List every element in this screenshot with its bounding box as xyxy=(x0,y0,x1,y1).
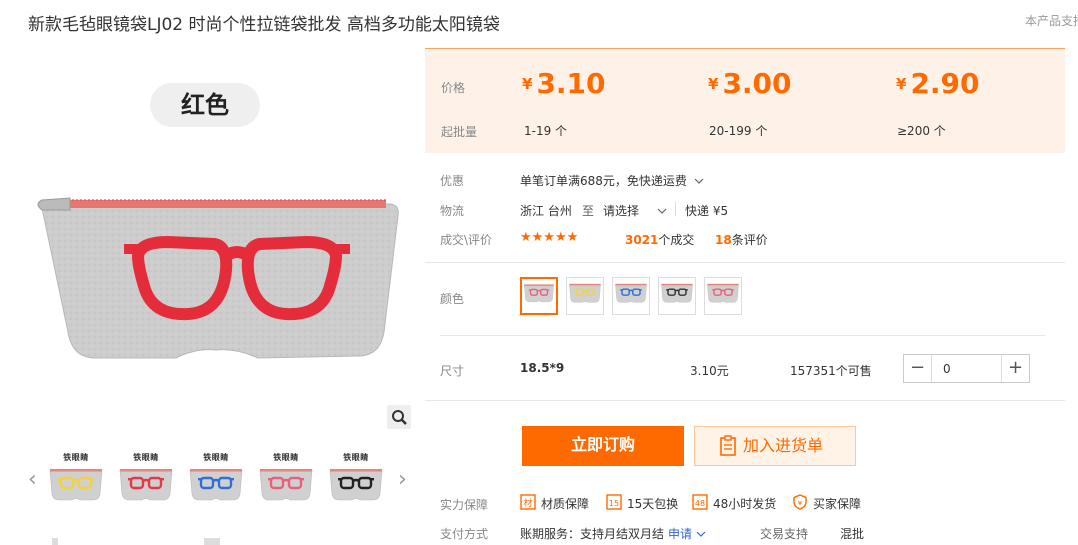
currency-symbol: ¥ xyxy=(896,75,907,93)
guarantee-item[interactable]: 48小时发货 xyxy=(713,495,776,512)
thumbnail-brand: 铁眼睛 xyxy=(133,453,159,462)
payment-label: 支付方式 xyxy=(440,527,489,541)
color-swatch-3[interactable] xyxy=(612,277,650,315)
cut-off-element xyxy=(204,538,220,545)
divider xyxy=(425,400,1065,401)
guarantee-item[interactable]: 15天包换 xyxy=(627,495,678,512)
clipboard-icon xyxy=(720,435,736,456)
tier-price-2: ¥3.00 xyxy=(708,67,792,100)
swatch-image xyxy=(615,283,647,303)
divider xyxy=(675,202,676,216)
tier-price-1: ¥3.10 xyxy=(522,67,606,100)
color-swatch-1[interactable] xyxy=(520,277,558,315)
trade-support-label: 交易支持 xyxy=(760,527,809,541)
guarantee-item[interactable]: 买家保障 xyxy=(813,495,861,512)
quantity-stepper[interactable]: − + xyxy=(903,354,1030,383)
deals-count[interactable]: 3021个成交 xyxy=(625,231,694,248)
zoom-button[interactable] xyxy=(387,405,411,429)
exchange-icon: 15 xyxy=(606,494,622,510)
trade-support-value: 混批 xyxy=(840,527,865,541)
add-to-cart-label: 加入进货单 xyxy=(743,436,824,455)
material-guarantee-icon: 材 xyxy=(520,494,536,510)
price-panel: 价格 起批量 ¥3.10 ¥3.00 ¥2.90 1-19 个 20-199 个… xyxy=(425,48,1065,153)
color-label-badge: 红色 xyxy=(150,83,260,127)
swatch-image xyxy=(524,284,554,303)
size-label: 尺寸 xyxy=(440,364,465,378)
shipping-origin: 浙江 台州 xyxy=(520,204,572,218)
thumbnail-next-arrow[interactable]: › xyxy=(398,469,412,491)
express-fee: 快递 ¥5 xyxy=(685,204,729,218)
moq-label: 起批量 xyxy=(441,125,478,139)
quantity-input[interactable] xyxy=(933,355,1001,382)
product-title: 新款毛毡眼镜袋LJ02 时尚个性拉链袋批发 高档多功能太阳镜袋 xyxy=(28,15,500,35)
tier-quantity-1: 1-19 个 xyxy=(524,124,568,138)
thumbnail-brand: 铁眼睛 xyxy=(203,453,229,462)
price-label: 价格 xyxy=(441,81,466,95)
size-value: 18.5*9 xyxy=(520,361,565,375)
promo-label: 优惠 xyxy=(440,174,465,188)
color-swatch-5[interactable] xyxy=(704,277,742,315)
tier-price-3: ¥2.90 xyxy=(896,67,980,100)
swatch-image xyxy=(569,283,601,303)
divider xyxy=(425,262,1065,263)
svg-text:48: 48 xyxy=(695,499,705,508)
svg-text:15: 15 xyxy=(609,499,619,508)
shield-icon: ¥ xyxy=(793,494,807,510)
thumbnail-3[interactable]: 铁眼睛 xyxy=(186,452,246,508)
thumbnail-4[interactable]: 铁眼睛 xyxy=(256,452,316,508)
decrease-button[interactable]: − xyxy=(904,355,932,382)
tier-quantity-2: 20-199 个 xyxy=(709,124,768,138)
cut-off-element xyxy=(52,538,58,545)
stock-available: 157351个可售 xyxy=(790,364,872,378)
tier-quantity-3: ≥200 个 xyxy=(897,124,946,138)
color-swatch-4[interactable] xyxy=(658,277,696,315)
thumbnail-1[interactable]: 铁眼睛 xyxy=(46,452,106,508)
logistics-label: 物流 xyxy=(440,204,465,218)
magnifier-icon xyxy=(392,410,407,425)
thumbnail-2[interactable]: 铁眼睛 xyxy=(116,452,176,508)
thumbnail-5[interactable]: 铁眼睛 xyxy=(326,452,386,508)
apply-link[interactable]: 申请 xyxy=(668,525,706,542)
thumbnail-prev-arrow[interactable]: ‹ xyxy=(28,469,42,491)
color-label: 颜色 xyxy=(440,292,465,306)
increase-button[interactable]: + xyxy=(1001,355,1029,382)
thumbnail-brand: 铁眼睛 xyxy=(273,453,299,462)
destination-select[interactable]: 请选择 xyxy=(603,202,667,219)
currency-symbol: ¥ xyxy=(522,75,533,93)
buy-now-button[interactable]: 立即订购 xyxy=(522,426,684,466)
reviews-count[interactable]: 18条评价 xyxy=(715,231,768,248)
shipping-to: 至 xyxy=(582,204,595,218)
color-swatch-2[interactable] xyxy=(566,277,604,315)
promo-text[interactable]: 单笔订单满688元，免快递运费 xyxy=(520,172,704,189)
thumbnail-brand: 铁眼睛 xyxy=(63,453,89,462)
divider xyxy=(440,335,1045,336)
deals-reviews-label: 成交\评价 xyxy=(440,233,493,247)
guarantee-label: 实力保障 xyxy=(440,498,489,512)
add-to-cart-button[interactable]: 加入进货单 xyxy=(694,426,856,466)
currency-symbol: ¥ xyxy=(708,75,719,93)
shipping-time-icon: 48 xyxy=(692,494,708,510)
svg-text:材: 材 xyxy=(523,497,532,509)
size-price: 3.10元 xyxy=(690,364,729,378)
chevron-down-icon xyxy=(657,208,667,214)
chevron-down-icon xyxy=(696,531,706,537)
chevron-down-icon xyxy=(694,178,704,184)
svg-text:¥: ¥ xyxy=(798,500,803,508)
swatch-image xyxy=(661,283,693,303)
payment-text: 账期服务：支持月结双月结 xyxy=(520,527,665,541)
guarantee-item[interactable]: 材质保障 xyxy=(541,495,589,512)
thumbnail-brand: 铁眼睛 xyxy=(343,453,369,462)
swatch-image xyxy=(707,283,739,303)
support-notice: 本产品支持 xyxy=(1025,14,1078,28)
rating-stars: ★★★★★ xyxy=(520,230,579,245)
